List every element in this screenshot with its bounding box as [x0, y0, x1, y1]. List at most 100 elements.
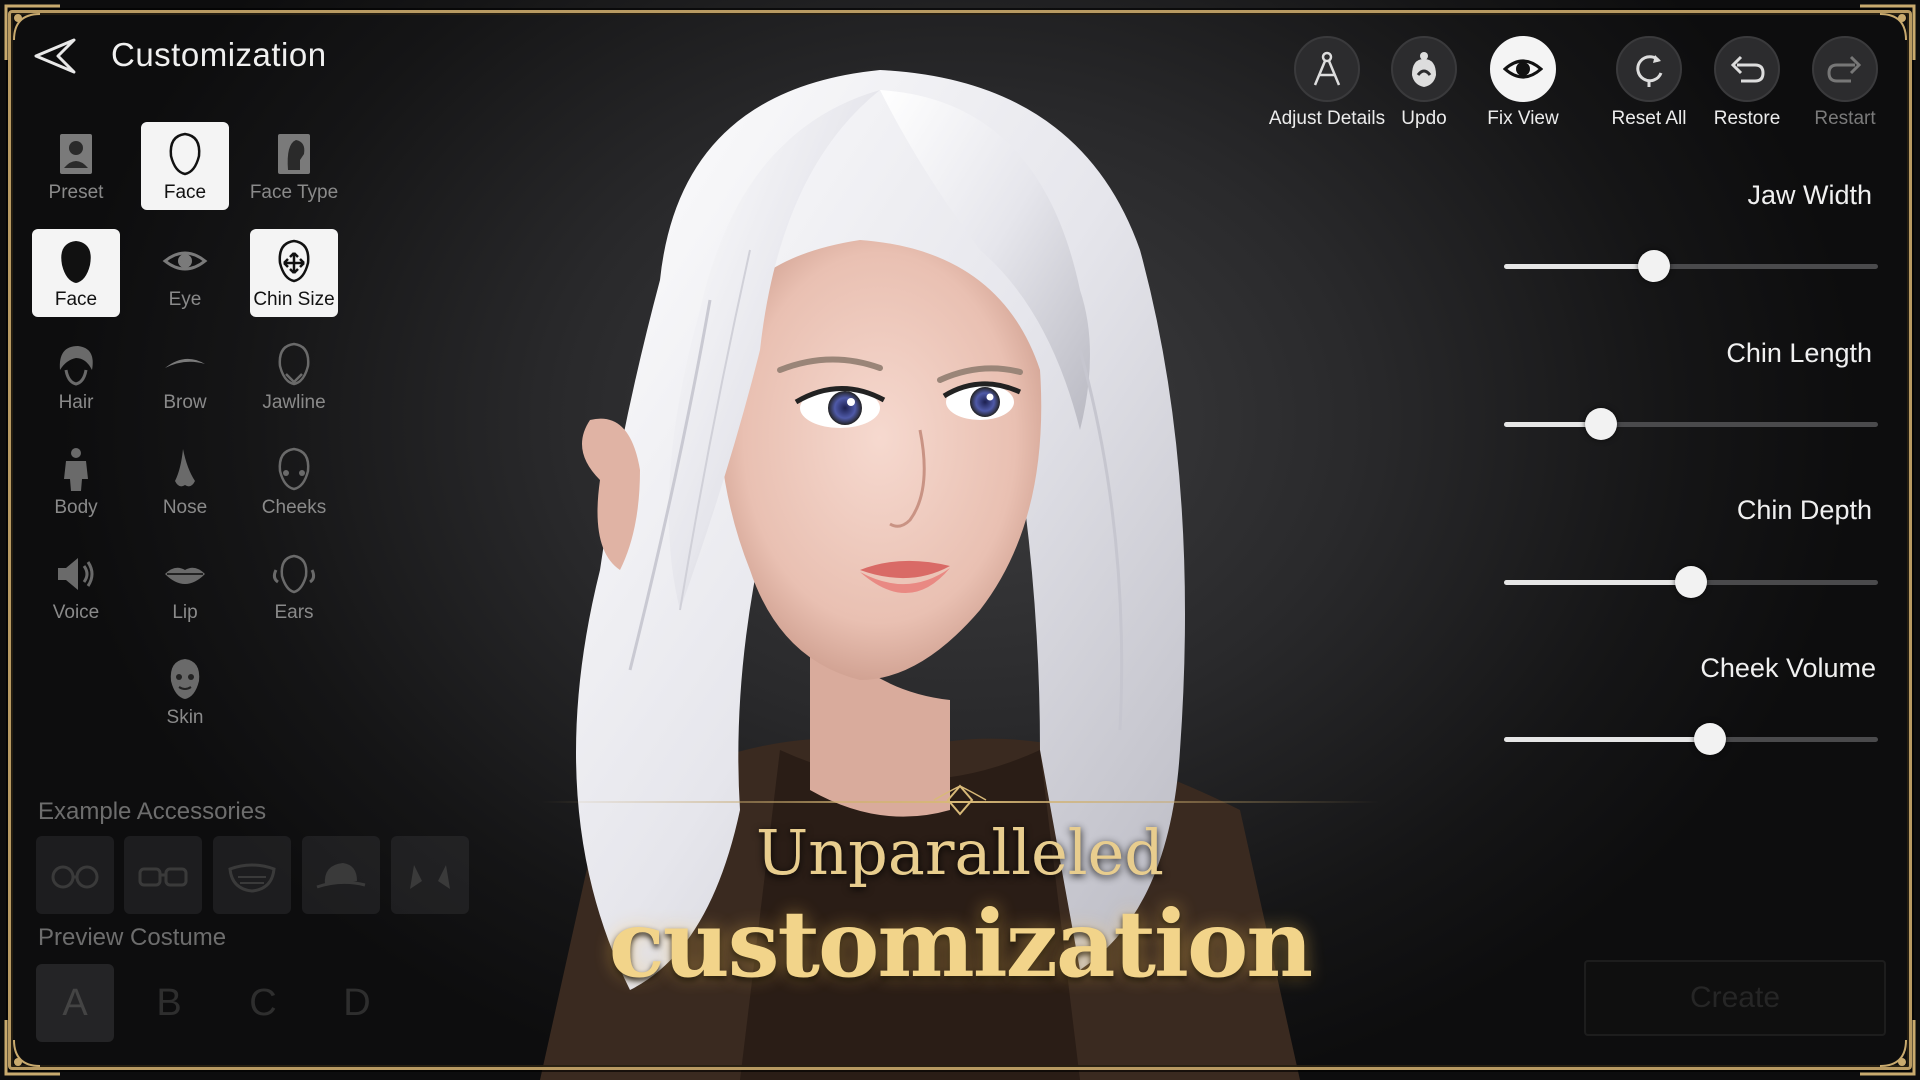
- face-solid-icon: [52, 237, 100, 285]
- category-voice[interactable]: Voice: [32, 542, 120, 630]
- category-body[interactable]: Body: [32, 437, 120, 525]
- category-label: Lip: [172, 602, 198, 623]
- category-label: Face Type: [249, 182, 339, 203]
- promo-line-2: customization: [608, 890, 1313, 998]
- slider-chin-depth[interactable]: [1504, 566, 1878, 598]
- category-ears[interactable]: Ears: [250, 542, 338, 630]
- accessory-slot[interactable]: [302, 836, 380, 914]
- category-label: Ears: [274, 602, 314, 623]
- slider-knob[interactable]: [1637, 250, 1670, 282]
- reset-all-icon: [1636, 55, 1663, 87]
- costume-option-a[interactable]: A: [36, 964, 114, 1042]
- slider-cheek-volume[interactable]: [1504, 723, 1878, 755]
- slider-label-jaw-width: Jaw Width: [1747, 180, 1872, 210]
- accessory-slot[interactable]: [124, 836, 202, 914]
- category-label: Nose: [162, 497, 208, 518]
- eye-icon: [161, 237, 209, 285]
- slider-fill: [1504, 264, 1654, 269]
- tool-label: Adjust Details: [1268, 108, 1386, 129]
- category-label: Jawline: [262, 392, 326, 413]
- redo-icon: [1827, 55, 1862, 83]
- category-label: Face: [54, 289, 98, 310]
- accessories-label: Example Accessories: [38, 798, 267, 825]
- tool-label: Fix View: [1487, 108, 1559, 129]
- category-label: Brow: [163, 392, 207, 413]
- portrait-icon: [52, 130, 100, 178]
- category-label: Voice: [52, 602, 100, 623]
- lip-icon: [161, 550, 209, 598]
- chin-size-icon: [270, 237, 318, 285]
- mask-icon: [228, 863, 276, 893]
- cheeks-icon: [270, 445, 318, 493]
- page-title: Customization: [111, 36, 327, 73]
- slider-fill: [1504, 737, 1710, 742]
- hat-icon: [316, 863, 366, 889]
- jawline-icon: [270, 340, 318, 388]
- banner-ornament-icon: [933, 784, 987, 816]
- tool-label: Reset All: [1611, 108, 1687, 129]
- create-button[interactable]: Create: [1584, 960, 1886, 1036]
- reset-all-button[interactable]: Reset All: [1599, 36, 1699, 136]
- slider-label-cheek-volume: Cheek Volume: [1700, 653, 1876, 683]
- slider-label-chin-length: Chin Length: [1726, 338, 1872, 368]
- square-glasses-icon: [138, 867, 188, 887]
- back-button[interactable]: [30, 34, 80, 78]
- tool-label: Restart: [1814, 108, 1876, 129]
- category-face-tab[interactable]: Face: [141, 122, 229, 210]
- category-lip[interactable]: Lip: [141, 542, 229, 630]
- category-label: Cheeks: [261, 497, 327, 518]
- category-nose[interactable]: Nose: [141, 437, 229, 525]
- face-outline-icon: [161, 130, 209, 178]
- category-cheeks[interactable]: Cheeks: [250, 437, 338, 525]
- tool-label: Restore: [1713, 108, 1781, 129]
- category-face-type[interactable]: Face Type: [250, 122, 338, 210]
- category-hair[interactable]: Hair: [32, 332, 120, 420]
- round-glasses-icon: [51, 865, 99, 889]
- undo-icon: [1730, 55, 1765, 83]
- category-preset[interactable]: Preset: [32, 122, 120, 210]
- skin-icon: [161, 655, 209, 703]
- category-skin[interactable]: Skin: [141, 647, 229, 735]
- horns-icon: [410, 865, 450, 889]
- costume-option-c[interactable]: C: [224, 964, 302, 1042]
- accessory-slot[interactable]: [213, 836, 291, 914]
- category-brow[interactable]: Brow: [141, 332, 229, 420]
- eye-icon: [1503, 59, 1543, 79]
- category-jawline[interactable]: Jawline: [250, 332, 338, 420]
- slider-knob[interactable]: [1693, 723, 1726, 755]
- category-chin-size[interactable]: Chin Size: [250, 229, 338, 317]
- slider-chin-length[interactable]: [1504, 408, 1878, 440]
- category-label: Skin: [166, 707, 204, 728]
- brow-icon: [161, 340, 209, 388]
- category-label: Face: [163, 182, 207, 203]
- category-eye[interactable]: Eye: [141, 229, 229, 317]
- compass-icon: [1313, 51, 1341, 86]
- preview-costume-label: Preview Costume: [38, 924, 227, 951]
- accessory-slot[interactable]: [36, 836, 114, 914]
- promo-line-1: Unparalleled: [756, 816, 1164, 889]
- fix-view-button[interactable]: Fix View: [1473, 36, 1573, 136]
- ears-icon: [270, 550, 318, 598]
- restart-button[interactable]: Restart: [1795, 36, 1895, 136]
- nose-icon: [161, 445, 209, 493]
- category-label: Preset: [48, 182, 104, 203]
- slider-label-chin-depth: Chin Depth: [1736, 495, 1872, 525]
- category-label: Hair: [58, 392, 94, 413]
- slider-jaw-width[interactable]: [1504, 250, 1878, 282]
- accessory-slot[interactable]: [391, 836, 469, 914]
- updo-button[interactable]: Updo: [1374, 36, 1474, 136]
- category-face[interactable]: Face: [32, 229, 120, 317]
- tool-label: Updo: [1401, 108, 1447, 129]
- back-arrow-icon: [34, 38, 76, 74]
- costume-option-d[interactable]: D: [318, 964, 396, 1042]
- costume-option-b[interactable]: B: [130, 964, 208, 1042]
- restore-button[interactable]: Restore: [1697, 36, 1797, 136]
- category-label: Chin Size: [253, 289, 335, 310]
- category-label: Eye: [168, 289, 202, 310]
- slider-knob[interactable]: [1585, 408, 1618, 440]
- head-profile-icon: [270, 130, 318, 178]
- game-screen: Customization Preset Face Face Type Face…: [0, 0, 1920, 1080]
- adjust-details-button[interactable]: Adjust Details: [1269, 36, 1385, 136]
- slider-knob[interactable]: [1675, 566, 1707, 598]
- updo-icon: [1412, 52, 1436, 87]
